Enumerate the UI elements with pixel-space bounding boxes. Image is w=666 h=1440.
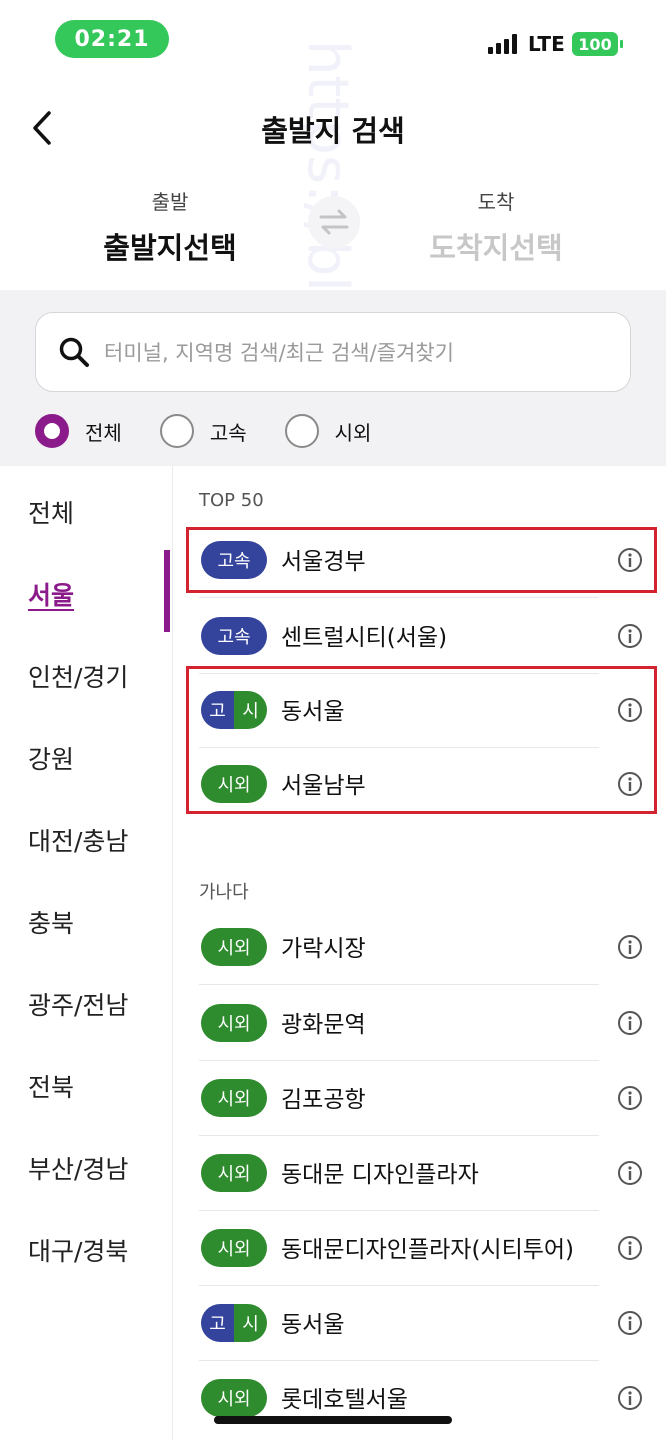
express-intercity-badge: 고 시: [201, 1304, 267, 1342]
section-label-alphabetical: 가나다: [199, 882, 249, 903]
region-item-jeonbuk[interactable]: 전북: [28, 1068, 74, 1104]
filter-label: 고속: [209, 420, 247, 445]
station-name: 김포공항: [281, 1087, 366, 1113]
filter-all-radio[interactable]: 전체: [35, 414, 122, 448]
network-label: LTE: [528, 32, 565, 56]
station-list: TOP 50 고속 서울경부 고속 센트럴시티(서울) 고 시 동서울 시외 서…: [172, 466, 666, 1440]
info-icon[interactable]: [617, 1385, 643, 1411]
search-input[interactable]: 터미널, 지역명 검색/최근 검색/즐겨찾기: [35, 312, 631, 392]
chevron-left-icon: [33, 111, 51, 145]
page-title: 출발지 검색: [261, 114, 405, 148]
section-label-top50: TOP 50: [199, 490, 264, 511]
intercity-badge: 시외: [201, 928, 267, 966]
departure-label: 출발: [151, 190, 189, 214]
info-icon[interactable]: [617, 1160, 643, 1186]
station-name: 동서울: [281, 1312, 345, 1338]
station-name: 롯데호텔서울: [281, 1387, 408, 1413]
filter-label: 전체: [85, 420, 122, 445]
departure-value: 출발지선택: [103, 231, 237, 265]
intercity-badge: 시외: [201, 1079, 267, 1117]
region-item-gangwon[interactable]: 강원: [28, 740, 74, 776]
region-item-chungbuk[interactable]: 충북: [28, 904, 74, 940]
intercity-badge: 시외: [201, 1379, 267, 1417]
list-item[interactable]: 시외 광화문역: [173, 985, 666, 1061]
express-badge: 고속: [201, 617, 267, 655]
intercity-badge: 시외: [201, 1154, 267, 1192]
battery-level: 100: [578, 34, 612, 54]
region-item-incheon-gyeonggi[interactable]: 인천/경기: [28, 658, 128, 694]
list-item[interactable]: 시외 동대문디자인플라자(시티투어): [173, 1210, 666, 1286]
filter-intercity-radio[interactable]: 시외: [284, 414, 372, 448]
express-half: 고: [201, 1304, 234, 1342]
intercity-badge: 시외: [201, 1229, 267, 1267]
station-name: 동대문디자인플라자(시티투어): [281, 1237, 575, 1263]
radio-unselected-icon: [284, 414, 319, 448]
region-list: 전체 서울 인천/경기 강원 대전/충남 충북 광주/전남 전북 부산/경남 대…: [0, 466, 172, 1440]
station-name: 센트럴시티(서울): [281, 625, 448, 651]
signal-icon: [488, 34, 517, 54]
home-indicator: [214, 1416, 452, 1424]
active-region-indicator: [164, 550, 170, 632]
list-item[interactable]: 시외 가락시장: [173, 909, 666, 985]
list-item[interactable]: 시외 김포공항: [173, 1060, 666, 1136]
region-item-daejeon-chungnam[interactable]: 대전/충남: [28, 822, 128, 858]
list-item[interactable]: 시외 동대문 디자인플라자: [173, 1135, 666, 1211]
arrival-label: 도착: [477, 190, 515, 214]
filter-label: 시외: [334, 420, 372, 445]
arrival-selector[interactable]: 도착 도착지선택: [386, 186, 606, 276]
list-item[interactable]: 고 시 동서울: [173, 1285, 666, 1361]
list-item[interactable]: 고속 센트럴시티(서울): [173, 598, 666, 674]
station-name: 가락시장: [281, 936, 366, 962]
info-icon[interactable]: [617, 1010, 643, 1036]
filter-group: 전체 고속 시외: [35, 414, 409, 448]
highlight-box: [186, 527, 657, 593]
region-item-busan-gyeongnam[interactable]: 부산/경남: [28, 1150, 128, 1186]
filter-express-radio[interactable]: 고속: [159, 414, 247, 448]
intercity-half: 시: [234, 1304, 267, 1342]
station-name: 동대문 디자인플라자: [281, 1162, 479, 1188]
station-name: 광화문역: [281, 1012, 366, 1038]
swap-button[interactable]: [308, 196, 360, 248]
arrival-value: 도착지선택: [429, 231, 563, 265]
status-time: 02:21: [55, 20, 169, 58]
search-area: 터미널, 지역명 검색/최근 검색/즐겨찾기 전체 고속 시외: [0, 290, 666, 466]
search-icon: [59, 337, 89, 367]
highlight-box: [186, 666, 657, 814]
region-item-daegu-gyeongbuk[interactable]: 대구/경북: [28, 1232, 128, 1268]
swap-icon: [319, 209, 349, 235]
info-icon[interactable]: [617, 1235, 643, 1261]
info-icon[interactable]: [617, 623, 643, 649]
back-button[interactable]: [22, 108, 62, 148]
departure-selector[interactable]: 출발 출발지선택: [60, 186, 280, 276]
info-icon[interactable]: [617, 1310, 643, 1336]
region-item-all[interactable]: 전체: [28, 494, 74, 530]
radio-selected-icon: [35, 414, 69, 448]
region-item-gwangju-jeonnam[interactable]: 광주/전남: [28, 986, 128, 1022]
info-icon[interactable]: [617, 934, 643, 960]
battery-icon: 100: [572, 32, 623, 56]
status-bar: 02:21 LTE 100: [0, 0, 666, 80]
list-item[interactable]: 시외 롯데호텔서울: [173, 1360, 666, 1436]
region-item-seoul[interactable]: 서울: [28, 576, 74, 612]
search-placeholder: 터미널, 지역명 검색/최근 검색/즐겨찾기: [104, 341, 454, 365]
intercity-badge: 시외: [201, 1004, 267, 1042]
radio-unselected-icon: [159, 414, 194, 448]
info-icon[interactable]: [617, 1085, 643, 1111]
